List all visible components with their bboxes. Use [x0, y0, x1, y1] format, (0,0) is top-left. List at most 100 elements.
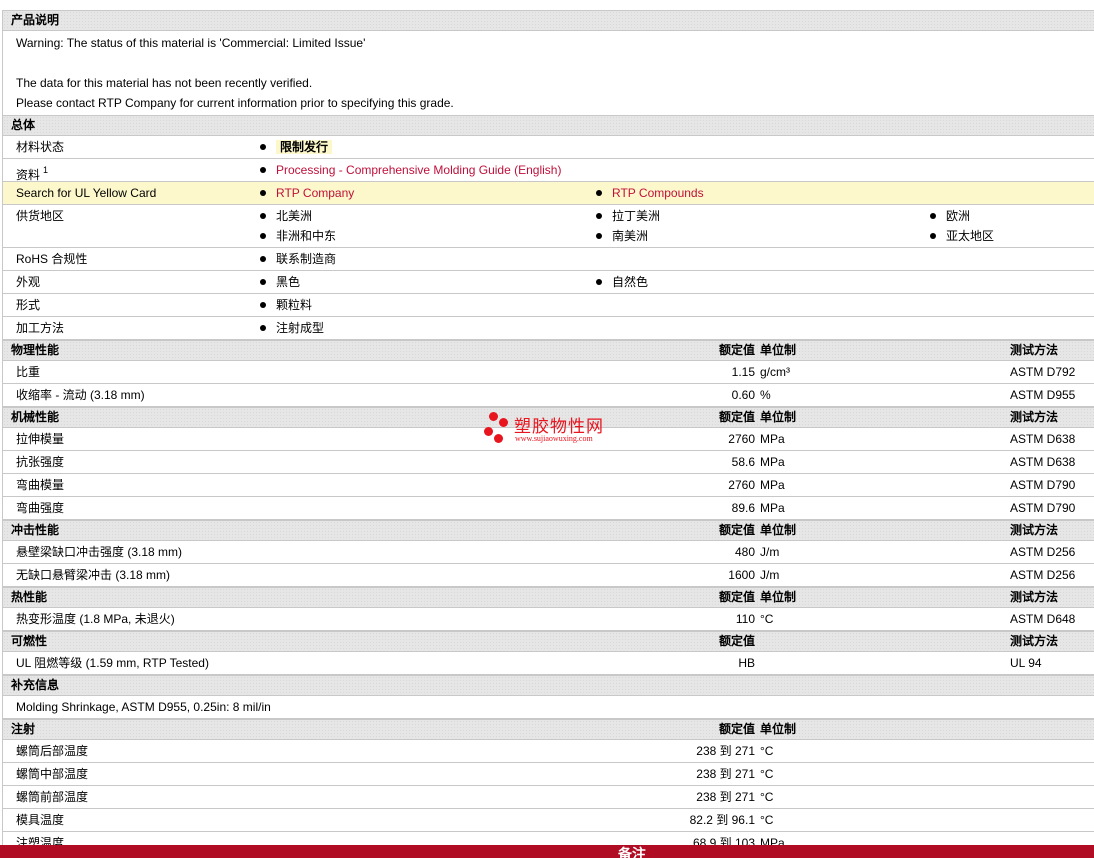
value-text: 黑色: [276, 275, 301, 289]
property-label: UL 阻燃等级 (1.59 mm, RTP Tested): [16, 656, 209, 670]
row-label: 外观: [16, 271, 40, 293]
value-column: 颗粒料: [260, 294, 312, 314]
row-label-text: Search for UL Yellow Card: [16, 186, 157, 200]
watermark-url: www.sujiaowuxing.com: [515, 434, 593, 443]
table-row: 螺筒中部温度 238 到 271 °C: [3, 763, 1094, 786]
property-unit: g/cm³: [760, 365, 790, 379]
link[interactable]: RTP Compounds: [612, 186, 704, 200]
row-label-text: 资料: [16, 168, 41, 182]
table-row: 比重 1.15 g/cm³ ASTM D792: [3, 361, 1094, 384]
property-unit: °C: [760, 790, 774, 804]
property-unit: MPa: [760, 478, 785, 492]
unit-column-header: 单位制: [760, 722, 797, 736]
section-title: 物理性能: [11, 343, 60, 357]
table-row: RoHS 合规性 联系制造商: [3, 248, 1094, 271]
value-column: 拉丁美洲 南美洲: [596, 205, 660, 245]
table-row: 资料 1 Processing - Comprehensive Molding Gu…: [3, 159, 1094, 182]
test-method: ASTM D256: [1010, 545, 1076, 559]
list-item: 黑色: [260, 271, 300, 291]
row-label-text: RoHS 合规性: [16, 252, 88, 266]
value-column: 注射成型: [260, 317, 324, 337]
section-header: 总体: [3, 115, 1094, 136]
link[interactable]: Processing - Comprehensive Molding Guide…: [276, 163, 561, 177]
property-label: 螺筒中部温度: [16, 767, 89, 781]
value-column-header: 额定值: [718, 523, 755, 537]
text-line: The data for this material has not been …: [16, 76, 313, 90]
table-row: 悬壁梁缺口冲击强度 (3.18 mm) 480 J/m ASTM D256: [3, 541, 1094, 564]
property-value: 238 到 271: [696, 767, 755, 781]
list-item: 南美洲: [596, 225, 660, 245]
section-title: 机械性能: [11, 410, 60, 424]
notes-header-bar: 备注: [0, 845, 1094, 858]
property-label: 弯曲强度: [16, 501, 65, 515]
table-row: 材料状态 限制发行: [3, 136, 1094, 159]
list-item: 拉丁美洲: [596, 205, 660, 225]
table-row: 螺筒后部温度 238 到 271 °C: [3, 740, 1094, 763]
row-label: Search for UL Yellow Card: [16, 182, 156, 204]
unit-column-header: 单位制: [760, 343, 797, 357]
property-unit: °C: [760, 767, 774, 781]
text-line: Please contact RTP Company for current i…: [16, 96, 454, 110]
test-method-column-header: 测试方法: [1010, 410, 1059, 424]
section-header: 热性能 额定值 单位制 测试方法: [3, 587, 1094, 608]
section-header: 补充信息: [3, 675, 1094, 696]
value-column-header: 额定值: [718, 722, 755, 736]
row-label-text: 加工方法: [16, 321, 65, 335]
section-title: 热性能: [11, 590, 48, 604]
property-label: 螺筒前部温度: [16, 790, 89, 804]
list-item: 限制发行: [260, 136, 333, 156]
test-method-column-header: 测试方法: [1010, 343, 1059, 357]
property-label: 比重: [16, 365, 41, 379]
table-row: 热变形温度 (1.8 MPa, 未退火) 110 °C ASTM D648: [3, 608, 1094, 631]
row-label: 供货地区: [16, 205, 64, 227]
property-value: 82.2 到 96.1: [689, 813, 755, 827]
property-value: 89.6: [731, 501, 755, 515]
table-row: 加工方法 注射成型: [3, 317, 1094, 340]
row-label-text: 外观: [16, 275, 41, 289]
value-column-header: 额定值: [718, 343, 755, 357]
bullet-icon: [596, 213, 602, 219]
watermark-logo: 塑胶物性网 www.sujiaowuxing.com: [482, 410, 622, 450]
list-item[interactable]: RTP Compounds: [596, 182, 704, 202]
row-label-text: 形式: [16, 298, 41, 312]
table-row: 外观 黑色 自然色: [3, 271, 1094, 294]
property-label: 无缺口悬臂梁冲击 (3.18 mm): [16, 568, 171, 582]
list-item[interactable]: Processing - Comprehensive Molding Guide…: [260, 159, 561, 179]
value-text: 北美洲: [276, 209, 313, 223]
unit-column-header: 单位制: [760, 523, 797, 537]
list-item[interactable]: RTP Company: [260, 182, 354, 202]
section-title: 产品说明: [11, 13, 60, 27]
bullet-icon: [596, 190, 602, 196]
section-title: 冲击性能: [11, 523, 60, 537]
value-column: 自然色: [596, 271, 648, 291]
property-label: 收缩率 - 流动 (3.18 mm): [16, 388, 145, 402]
bullet-icon: [930, 213, 936, 219]
bullet-icon: [260, 256, 266, 262]
bullet-icon: [260, 167, 266, 173]
section-header: 物理性能 额定值 单位制 测试方法: [3, 340, 1094, 361]
property-value: 1600: [728, 568, 755, 582]
row-label: 材料状态: [16, 136, 64, 158]
value-column-header: 额定值: [718, 410, 755, 424]
property-unit: MPa: [760, 501, 785, 515]
test-method: ASTM D955: [1010, 388, 1076, 402]
value-column: 黑色: [260, 271, 300, 291]
property-unit: °C: [760, 813, 774, 827]
table-row: 弯曲强度 89.6 MPa ASTM D790: [3, 497, 1094, 520]
property-label: 模具温度: [16, 813, 65, 827]
test-method: ASTM D638: [1010, 432, 1076, 446]
property-value: 0.60: [731, 388, 755, 402]
link[interactable]: RTP Company: [276, 186, 354, 200]
value-text: 南美洲: [612, 229, 649, 243]
property-value: 58.6: [731, 455, 755, 469]
property-unit: °C: [760, 744, 774, 758]
bullet-icon: [260, 190, 266, 196]
list-item: 欧洲: [930, 205, 994, 225]
value-column: 北美洲 非洲和中东: [260, 205, 336, 245]
table-row: UL 阻燃等级 (1.59 mm, RTP Tested) HB UL 94: [3, 652, 1094, 675]
property-label: 抗张强度: [16, 455, 65, 469]
property-value: 110: [735, 612, 755, 626]
value-text: 亚太地区: [946, 229, 995, 243]
bullet-icon: [260, 233, 266, 239]
unit-column-header: 单位制: [760, 410, 797, 424]
